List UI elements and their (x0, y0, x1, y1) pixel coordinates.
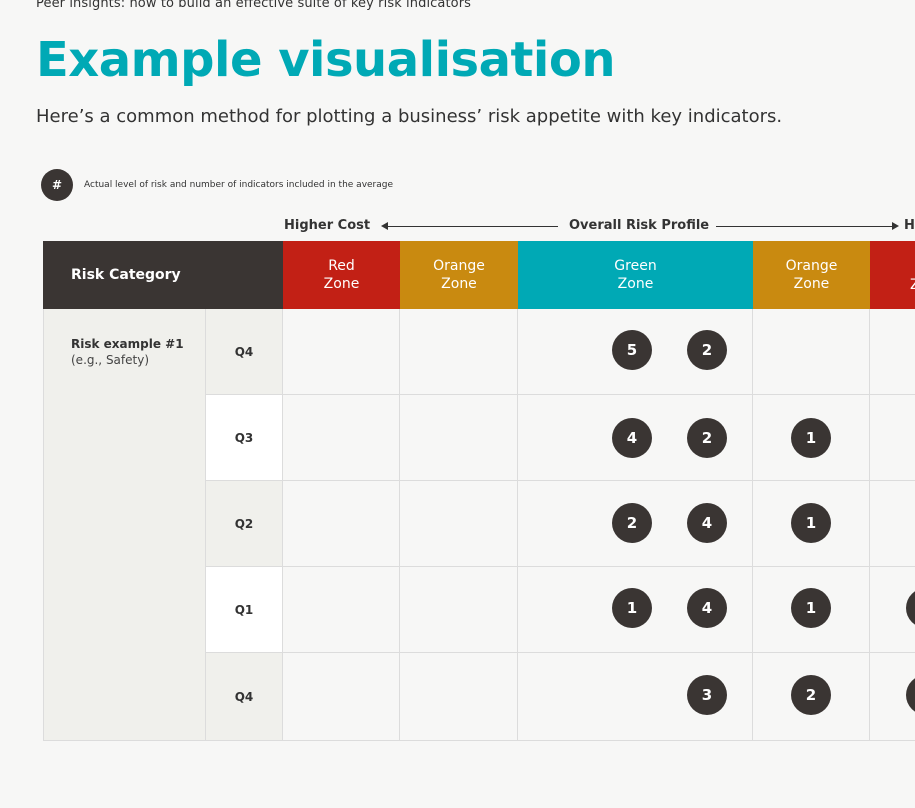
grid-cell (283, 395, 400, 481)
page-subtitle: Here’s a common method for plotting a bu… (36, 106, 783, 127)
indicator-dot: 2 (791, 675, 831, 715)
indicator-dot: 1 (612, 588, 652, 628)
grid-cell (400, 309, 518, 395)
indicator-dot: 1 (791, 588, 831, 628)
risk-category-name: Risk example #1 (71, 337, 184, 351)
indicator-dot: 2 (612, 503, 652, 543)
quarter-cell: Q4 (206, 309, 283, 395)
risk-category-cell: Risk example #1 (e.g., Safety) (43, 309, 206, 741)
zone-label: Orange Zone (433, 258, 485, 292)
quarter-cell: Q1 (206, 567, 283, 653)
grid-cell (283, 567, 400, 653)
grid-cell (400, 567, 518, 653)
axis-left-label: Higher Cost (284, 218, 371, 233)
grid-cell (753, 309, 870, 395)
arrow-right-icon (892, 222, 899, 230)
header-green-zone: Green Zone (518, 241, 753, 309)
zone-label: Z (910, 276, 915, 293)
grid-cell (870, 395, 915, 481)
axis-line-right (716, 226, 892, 227)
indicator-dot: 4 (687, 503, 727, 543)
grid-cell (283, 481, 400, 567)
risk-category-example: (e.g., Safety) (71, 353, 150, 367)
legend-text: Actual level of risk and number of indic… (84, 180, 394, 190)
quarter-cell: Q2 (206, 481, 283, 567)
grid-cell (400, 481, 518, 567)
page-title: Example visualisation (36, 32, 616, 88)
indicator-dot: 5 (612, 330, 652, 370)
breadcrumb: Peer insights: how to build an effective… (36, 0, 472, 11)
indicator-dot: 2 (687, 418, 727, 458)
legend: # Actual level of risk and number of ind… (41, 169, 393, 201)
grid-cell (283, 653, 400, 741)
zone-label: Orange Zone (785, 258, 838, 292)
axis-right-label: H (904, 218, 915, 233)
indicator-dot: 1 (791, 418, 831, 458)
header-red-zone: Red Zone (283, 241, 400, 309)
header-orange-zone-right: Orange Zone (753, 241, 870, 309)
quarter-cell: Q4 (206, 653, 283, 741)
grid-cell (870, 481, 915, 567)
indicator-dot: 4 (687, 588, 727, 628)
indicator-dot: 2 (687, 330, 727, 370)
header-risk-category: Risk Category (43, 241, 283, 309)
indicator-dot: 4 (612, 418, 652, 458)
zone-label: Green Zone (614, 258, 657, 292)
quarter-cell: Q3 (206, 395, 283, 481)
axis-center-label: Overall Risk Profile (569, 218, 710, 233)
risk-appetite-table: Risk Category Red Zone Orange Zone Green… (43, 241, 915, 741)
zone-label: Red Zone (323, 258, 360, 292)
legend-badge-icon: # (41, 169, 73, 201)
grid-cell (400, 653, 518, 741)
axis-line-left (386, 226, 558, 227)
grid-cell (283, 309, 400, 395)
indicator-dot: 3 (687, 675, 727, 715)
grid-cell (400, 395, 518, 481)
grid-cell (870, 309, 915, 395)
header-orange-zone-left: Orange Zone (400, 241, 518, 309)
indicator-dot: 1 (791, 503, 831, 543)
header-red-zone-right: Z (870, 241, 915, 309)
